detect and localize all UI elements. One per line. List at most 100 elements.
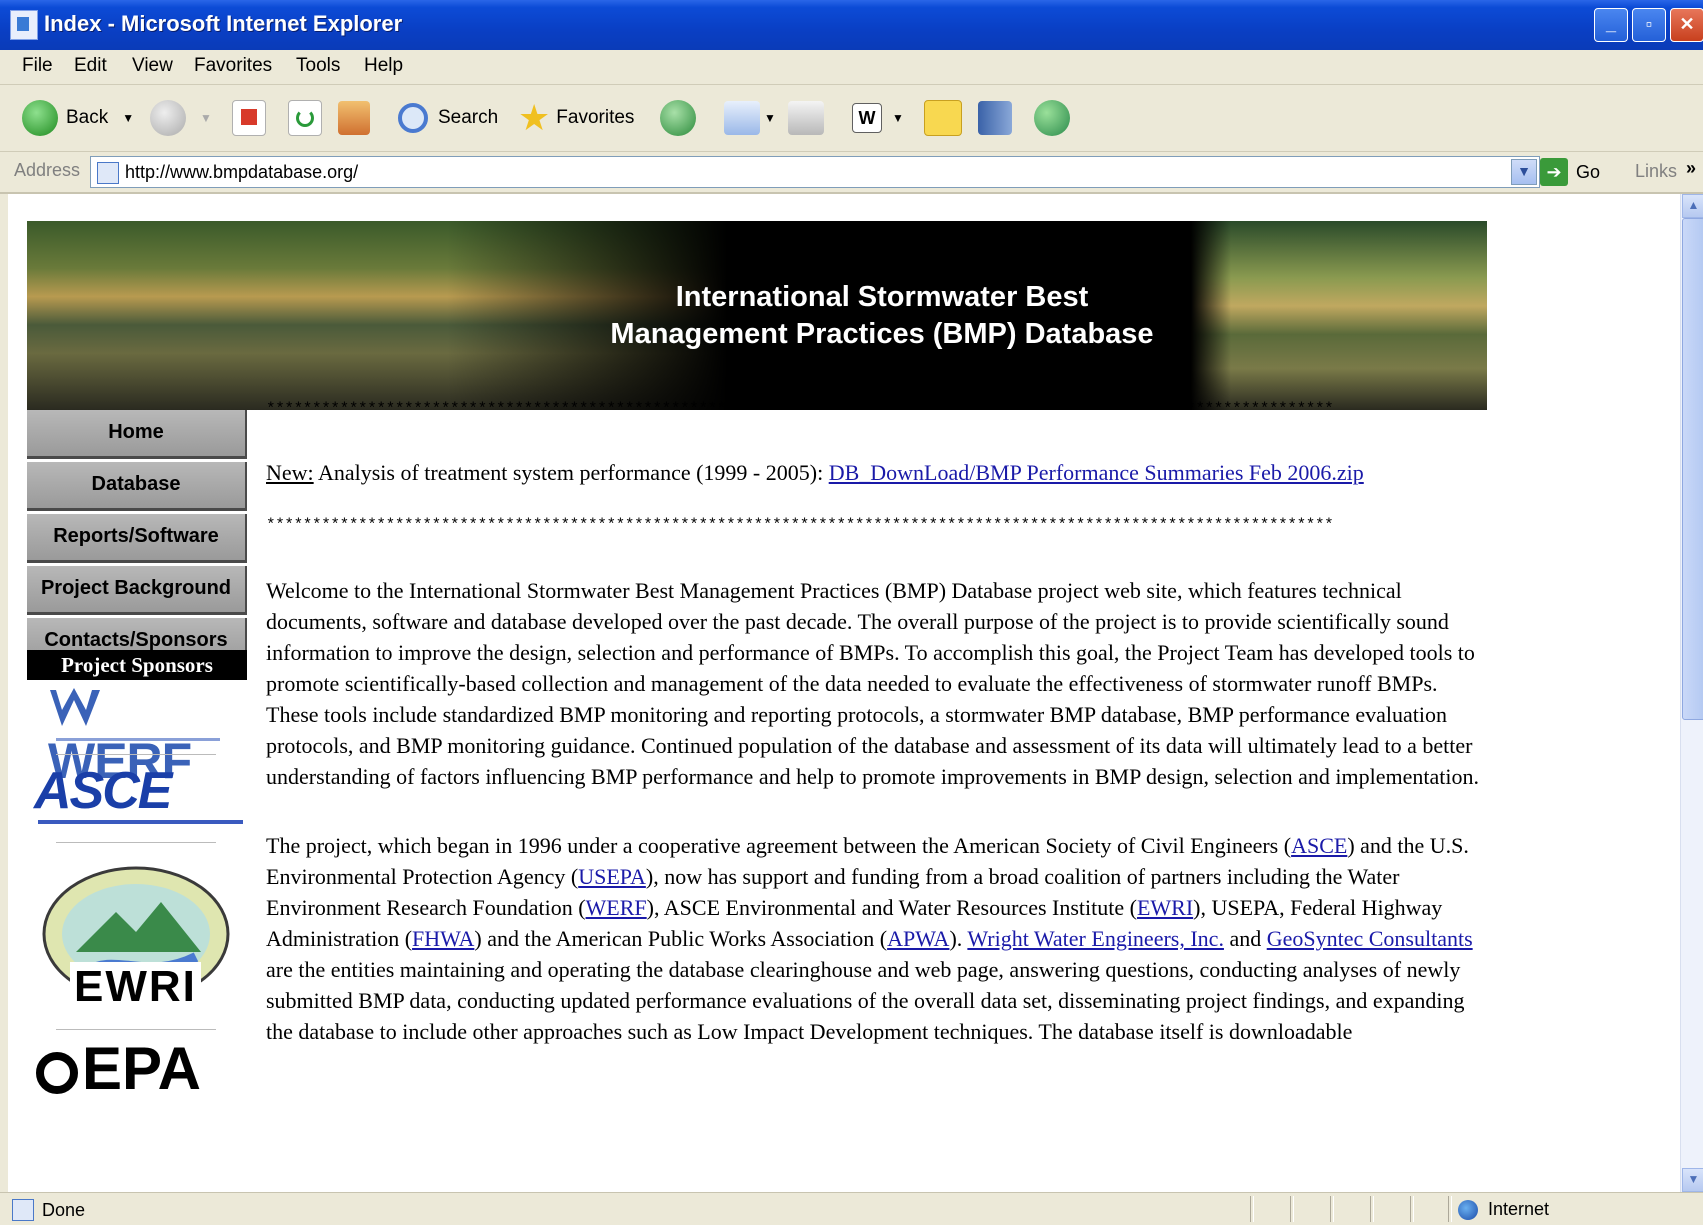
werf-link[interactable]: WERF xyxy=(586,895,647,920)
geosyntec-link[interactable]: GeoSyntec Consultants xyxy=(1267,926,1473,951)
scroll-thumb[interactable] xyxy=(1682,218,1703,720)
logo-divider xyxy=(56,754,216,755)
menu-file[interactable]: File xyxy=(22,55,53,77)
epa-logo[interactable]: EPA xyxy=(36,1039,236,1099)
banner-photo-right xyxy=(1191,221,1487,410)
favorites-star-icon: ★ xyxy=(518,97,551,138)
stop-button[interactable] xyxy=(232,99,266,137)
scroll-up-icon[interactable]: ▲ xyxy=(1682,194,1703,218)
werf-mark-icon xyxy=(50,688,100,726)
forward-dropdown-icon: ▼ xyxy=(200,111,212,125)
globe-icon xyxy=(1458,1199,1478,1220)
favorites-label: Favorites xyxy=(556,107,635,128)
fhwa-link[interactable]: FHWA xyxy=(412,926,474,951)
banner-title: International Stormwater Best Management… xyxy=(547,279,1217,353)
research-icon xyxy=(978,101,1012,135)
page-icon xyxy=(97,162,119,184)
edit-button[interactable]: W ▼ xyxy=(852,99,904,137)
restore-button[interactable]: ▫ xyxy=(1632,8,1666,42)
page-status-icon xyxy=(12,1199,34,1221)
menu-bar: File Edit View Favorites Tools Help xyxy=(0,50,1703,130)
project-text: and xyxy=(1223,926,1267,951)
address-bar: Address http://www.bmpdatabase.org/ ▼ ➔ … xyxy=(0,152,1703,194)
download-link[interactable]: DB_DownLoad/BMP Performance Summaries Fe… xyxy=(829,460,1364,485)
status-text: Done xyxy=(42,1199,86,1220)
site-banner: International Stormwater Best Management… xyxy=(27,221,1487,410)
print-button[interactable] xyxy=(788,99,824,137)
back-dropdown-icon[interactable]: ▼ xyxy=(122,111,134,125)
mail-button[interactable]: ▼ xyxy=(724,99,776,137)
vertical-scrollbar[interactable]: ▲ ▼ xyxy=(1680,194,1703,1192)
star-divider: ****************************************… xyxy=(266,516,1334,534)
chevron-icon[interactable]: » xyxy=(1686,158,1696,179)
nav-home[interactable]: Home xyxy=(27,410,247,459)
apwa-link[interactable]: APWA xyxy=(887,926,949,951)
menu-tools[interactable]: Tools xyxy=(296,55,340,77)
wright-water-link[interactable]: Wright Water Engineers, Inc. xyxy=(967,926,1224,951)
ie-page-icon xyxy=(10,10,38,40)
usepa-link[interactable]: USEPA xyxy=(578,864,646,889)
address-input[interactable]: http://www.bmpdatabase.org/ ▼ xyxy=(90,156,1540,188)
back-label: Back xyxy=(66,107,109,128)
menu-help[interactable]: Help xyxy=(364,55,403,77)
discuss-button[interactable] xyxy=(924,99,962,137)
status-divider xyxy=(1370,1196,1374,1222)
toolbar: Back ▼ ▼ Search ★ Favorites ▼ W ▼ xyxy=(0,85,1703,152)
status-left: Done xyxy=(12,1199,85,1221)
search-label: Search xyxy=(438,107,499,128)
ewri-logo[interactable]: EWRI xyxy=(36,862,236,1012)
menu-edit[interactable]: Edit xyxy=(74,55,107,77)
close-button[interactable]: ✕ xyxy=(1670,8,1703,42)
ewri-logo-text: EWRI xyxy=(70,962,201,1012)
menu-favorites[interactable]: Favorites xyxy=(194,55,272,77)
epa-flower-icon xyxy=(36,1052,78,1095)
history-button[interactable] xyxy=(660,99,696,137)
security-zone[interactable]: Internet xyxy=(1458,1199,1549,1220)
nav-database[interactable]: Database xyxy=(27,462,247,511)
status-divider xyxy=(1410,1196,1414,1222)
forward-button[interactable]: ▼ xyxy=(150,99,212,137)
window-title: Index - Microsoft Internet Explorer xyxy=(44,11,403,36)
scroll-down-icon[interactable]: ▼ xyxy=(1682,1168,1703,1192)
links-button[interactable]: Links xyxy=(1635,161,1677,182)
status-divider xyxy=(1250,1196,1254,1222)
project-text: ). xyxy=(949,926,968,951)
nav-project-background[interactable]: Project Background xyxy=(27,566,247,615)
asce-link[interactable]: ASCE xyxy=(1291,833,1347,858)
messenger-icon xyxy=(1034,100,1070,136)
werf-logo[interactable]: WERF xyxy=(48,686,228,786)
werf-tagline xyxy=(56,738,220,741)
word-icon: W xyxy=(852,103,882,133)
nav-reports-software[interactable]: Reports/Software xyxy=(27,514,247,563)
go-button[interactable]: ➔ Go xyxy=(1540,158,1600,186)
stop-icon xyxy=(232,100,266,136)
project-text: The project, which began in 1996 under a… xyxy=(266,833,1292,858)
back-button[interactable]: Back ▼ xyxy=(22,99,134,137)
new-text: Analysis of treatment system performance… xyxy=(313,460,829,485)
welcome-paragraph: Welcome to the International Stormwater … xyxy=(266,578,1479,789)
edit-dropdown-icon[interactable]: ▼ xyxy=(892,111,904,125)
asce-logo[interactable]: ASCE xyxy=(34,764,244,834)
logo-divider xyxy=(56,1029,216,1030)
search-button[interactable]: Search xyxy=(398,99,498,137)
asce-tagline xyxy=(38,820,243,824)
address-url[interactable]: http://www.bmpdatabase.org/ xyxy=(125,157,358,187)
site-nav: Home Database Reports/Software Project B… xyxy=(27,410,247,670)
status-divider xyxy=(1330,1196,1334,1222)
address-dropdown-icon[interactable]: ▼ xyxy=(1511,159,1537,185)
refresh-button[interactable] xyxy=(288,99,322,137)
research-button[interactable] xyxy=(978,99,1012,137)
ewri-link[interactable]: EWRI xyxy=(1137,895,1193,920)
messenger-button[interactable] xyxy=(1034,99,1070,137)
project-paragraph: The project, which began in 1996 under a… xyxy=(266,830,1491,1047)
home-button[interactable] xyxy=(338,99,370,137)
epa-logo-text: EPA xyxy=(82,1035,201,1102)
new-announcement: New: Analysis of treatment system perfor… xyxy=(266,457,1491,488)
status-divider xyxy=(1290,1196,1294,1222)
banner-title-line1: International Stormwater Best xyxy=(675,281,1089,313)
favorites-button[interactable]: ★ Favorites xyxy=(518,99,634,137)
minimize-button[interactable]: _ xyxy=(1594,8,1628,42)
mail-dropdown-icon[interactable]: ▼ xyxy=(764,111,776,125)
menu-view[interactable]: View xyxy=(132,55,173,77)
asce-logo-text: ASCE xyxy=(34,762,172,820)
